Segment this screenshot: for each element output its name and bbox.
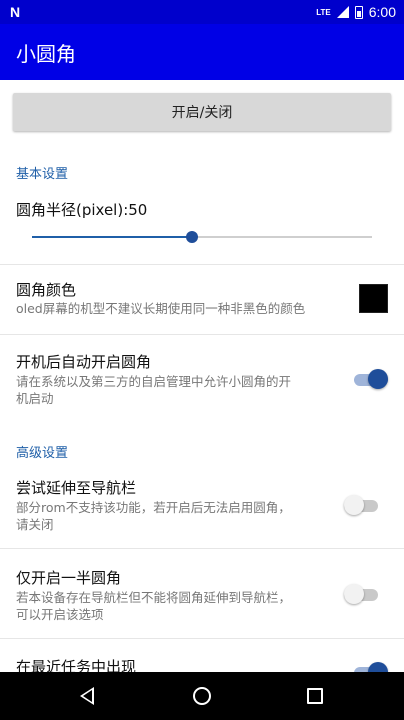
lte-indicator: LTE [316,7,331,17]
back-icon[interactable] [80,687,94,705]
color-swatch[interactable] [359,284,388,313]
advanced-settings-header: 高级设置 [16,446,69,461]
app-bar: 小圆角 [0,24,404,80]
radius-label: 圆角半径(pixel):50 [16,201,148,219]
switch-knob [344,584,364,604]
divider [0,548,404,549]
recent-tasks-switch[interactable] [354,662,388,672]
switch-knob [368,662,388,672]
half-corner-description-line2: 可以开启该选项 [16,607,104,622]
radius-slider-fill [32,236,192,238]
half-corner-switch[interactable] [344,584,378,604]
corner-color-description: oled屏幕的机型不建议长期使用同一种非黑色的颜色 [16,301,306,316]
autostart-description-line1: 请在系统以及第三方的自启管理中允许小圆角的开 [16,374,292,389]
autostart-switch[interactable] [354,369,388,389]
extend-navbar-title: 尝试延伸至导航栏 [16,479,137,497]
extend-navbar-switch[interactable] [344,495,378,515]
battery-icon [354,5,363,19]
switch-knob [368,369,388,389]
radius-slider[interactable] [32,231,372,243]
status-bar: N LTE 6:00 [0,0,404,24]
divider [0,638,404,639]
clock: 6:00 [368,4,396,20]
signal-icon [336,6,349,18]
extend-navbar-description-line1: 部分rom不支持该功能，若开启后无法启用圆角， [16,500,291,515]
divider [0,264,404,265]
toggle-button[interactable]: 开启/关闭 [13,93,391,131]
recent-tasks-title: 在最近任务中出现 [16,658,137,672]
recents-icon[interactable] [307,688,323,704]
autostart-title: 开机后自动开启圆角 [16,353,152,371]
notification-logo-icon: N [10,4,21,20]
half-corner-title: 仅开启一半圆角 [16,569,122,587]
half-corner-description-line1: 若本设备存在导航栏但不能将圆角延伸到导航栏， [16,590,292,605]
settings-content: 开启/关闭 基本设置 圆角半径(pixel):50 圆角颜色 oled屏幕的机型… [0,80,404,672]
basic-settings-header: 基本设置 [16,167,69,182]
divider [0,334,404,335]
autostart-description-line2: 机启动 [16,391,54,406]
corner-color-title[interactable]: 圆角颜色 [16,279,76,300]
extend-navbar-description-line2: 请关闭 [16,517,54,532]
radius-slider-thumb[interactable] [185,231,198,243]
home-icon[interactable] [193,687,211,705]
switch-knob [344,495,364,515]
app-title: 小圆角 [16,42,76,66]
status-icons: LTE 6:00 [316,4,396,20]
navigation-bar [0,672,404,720]
